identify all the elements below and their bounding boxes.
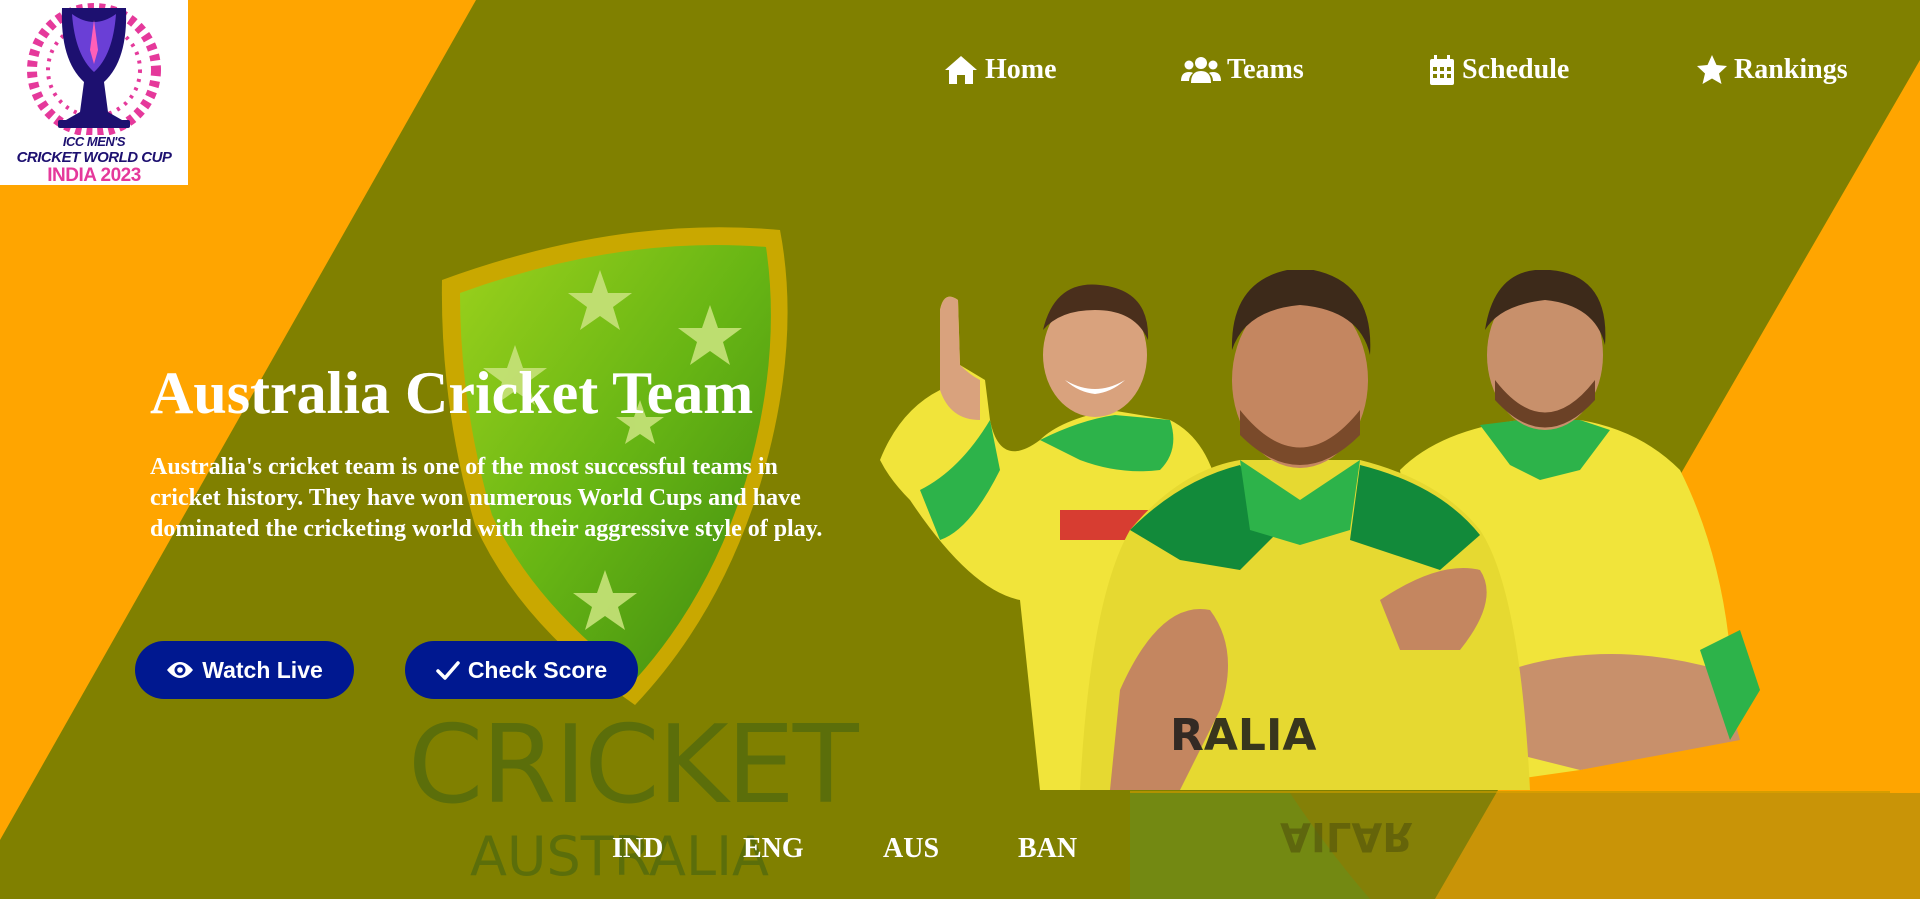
nav-item-teams[interactable]: Teams (1181, 54, 1304, 86)
team-tab-ind[interactable]: IND (612, 833, 663, 865)
hero-title: Australia Cricket Team (150, 360, 754, 426)
players-image: RALIA (880, 270, 1760, 790)
check-icon (436, 661, 460, 680)
hero-description: Australia's cricket team is one of the m… (150, 454, 823, 542)
team-tab-eng[interactable]: ENG (743, 833, 804, 865)
home-icon (945, 56, 977, 84)
star-icon (1697, 55, 1727, 84)
nav-item-home[interactable]: Home (943, 54, 1057, 86)
check-score-button[interactable]: Check Score (405, 641, 638, 699)
players-reflection: AILAR (1130, 793, 1920, 899)
watch-live-button[interactable]: Watch Live (135, 641, 354, 699)
logo-line-1: ICC MEN'S (62, 134, 126, 149)
player-center: RALIA (1080, 270, 1530, 790)
team-tab-ban[interactable]: BAN (1018, 833, 1077, 865)
svg-text:RALIA: RALIA (1170, 710, 1316, 761)
page: CRICKET AUSTRALIA ICC MEN'S CRICKET WORL… (0, 0, 1920, 899)
watch-live-label: Watch Live (202, 656, 323, 683)
users-icon (1181, 57, 1221, 83)
world-cup-logo[interactable]: ICC MEN'S CRICKET WORLD CUP INDIA 2023 (0, 0, 188, 185)
team-tab-aus[interactable]: AUS (883, 833, 939, 865)
calendar-icon (1430, 55, 1454, 85)
nav-label-teams: Teams (1227, 54, 1304, 85)
nav-item-rankings[interactable]: Rankings (1696, 54, 1848, 86)
nav-label-home: Home (985, 54, 1057, 85)
nav-item-schedule[interactable]: Schedule (1428, 54, 1569, 86)
check-score-label: Check Score (467, 656, 608, 683)
trophy-icon (27, 3, 161, 135)
eye-icon (167, 662, 194, 678)
nav-label-schedule: Schedule (1462, 54, 1570, 85)
cricket-watermark-text: CRICKET (408, 703, 859, 828)
logo-line-2: CRICKET WORLD CUP (16, 149, 172, 166)
logo-line-3: INDIA 2023 (47, 165, 141, 186)
nav-label-rankings: Rankings (1734, 54, 1848, 85)
svg-text:AILAR: AILAR (1280, 813, 1413, 859)
